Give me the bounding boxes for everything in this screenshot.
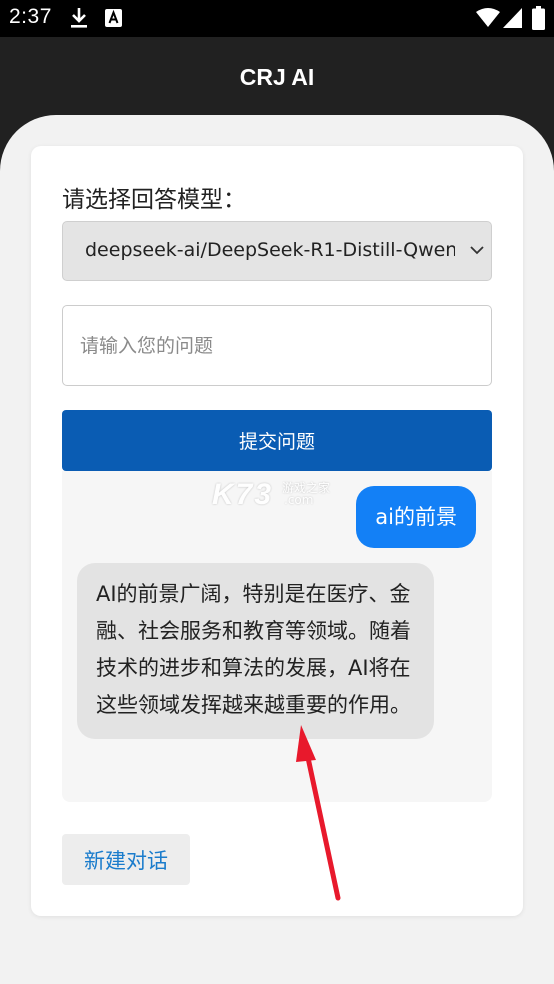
keyboard-a-icon xyxy=(105,9,122,27)
chat-area[interactable]: ai的前景 AI的前景广阔，特别是在医疗、金融、社会服务和教育等领域。随着技术的… xyxy=(62,471,492,802)
wifi-icon xyxy=(476,8,500,27)
signal-icon xyxy=(503,8,522,28)
app-title: CRJ AI xyxy=(239,64,315,90)
question-input[interactable] xyxy=(62,305,492,386)
ai-message-bubble: AI的前景广阔，特别是在医疗、金融、社会服务和教育等领域。随着技术的进步和算法的… xyxy=(77,563,434,739)
chevron-down-icon xyxy=(470,246,484,255)
status-bar: 2:37 xyxy=(0,0,554,37)
model-select[interactable]: deepseek-ai/DeepSeek-R1-Distill-Qwen-1 xyxy=(62,221,492,281)
user-message-bubble: ai的前景 xyxy=(356,486,476,548)
app-header: CRJ AI xyxy=(0,37,554,119)
new-chat-button[interactable]: 新建对话 xyxy=(62,834,190,885)
watermark-logo: K73 游戏之家 .com xyxy=(212,478,331,511)
submit-question-button[interactable]: 提交问题 xyxy=(62,410,492,471)
model-select-value: deepseek-ai/DeepSeek-R1-Distill-Qwen-1 xyxy=(85,239,455,261)
battery-icon xyxy=(532,6,545,30)
download-icon xyxy=(71,8,87,28)
status-time: 2:37 xyxy=(9,5,52,28)
model-select-label: 请选择回答模型： xyxy=(62,187,246,213)
